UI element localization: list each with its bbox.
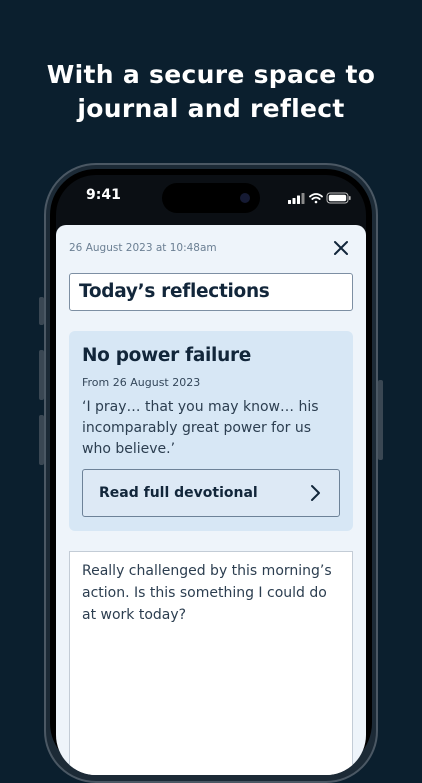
camera-icon — [240, 193, 250, 203]
devotional-title: No power failure — [82, 345, 252, 366]
wifi-icon — [309, 193, 323, 204]
phone-power-button — [378, 380, 383, 460]
journal-sheet: 26 August 2023 at 10:48am Today’s reflec… — [56, 225, 366, 775]
entry-timestamp: 26 August 2023 at 10:48am — [69, 242, 217, 254]
devotional-date: From 26 August 2023 — [82, 376, 201, 389]
phone-screen: 9:41 26 August 2023 at 10:48am Today’s r… — [56, 175, 366, 775]
status-time: 9:41 — [86, 187, 121, 203]
read-full-devotional-label: Read full devotional — [99, 485, 258, 501]
promo-headline: With a secure space to journal and refle… — [46, 60, 376, 123]
battery-icon — [326, 192, 351, 204]
status-icons — [288, 189, 352, 204]
devotional-card: No power failure From 26 August 2023 ‘I … — [69, 331, 353, 531]
signal-icon — [288, 193, 305, 204]
read-full-devotional-button[interactable]: Read full devotional — [82, 469, 340, 517]
close-icon — [334, 241, 348, 255]
entry-title-input[interactable]: Today’s reflections — [69, 273, 353, 311]
entry-body-textarea[interactable]: Really challenged by this morning’s acti… — [69, 551, 353, 775]
close-button[interactable] — [332, 239, 350, 257]
devotional-quote: ‘I pray… that you may know… his incompar… — [82, 399, 319, 457]
chevron-right-icon — [311, 485, 320, 501]
dynamic-island — [162, 183, 260, 213]
